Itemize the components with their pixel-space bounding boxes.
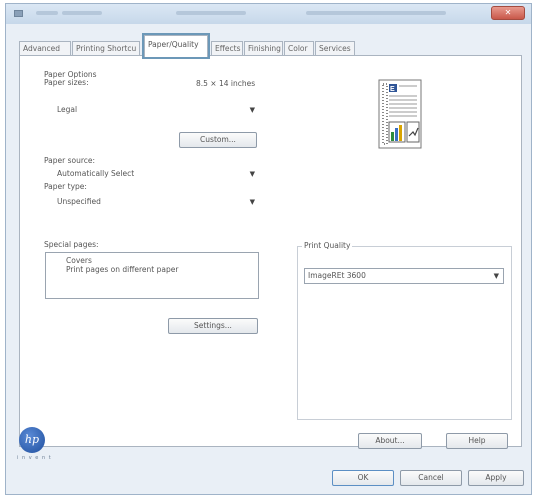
paper-size-select[interactable]: Legal ▼ <box>45 102 260 118</box>
paper-size-value: Legal <box>57 105 78 114</box>
about-button[interactable]: About... <box>358 433 422 449</box>
svg-text:E: E <box>390 86 395 93</box>
paper-source-select[interactable]: Automatically Select ▼ <box>45 166 260 182</box>
apply-button[interactable]: Apply <box>468 470 524 486</box>
tab-effects[interactable]: Effects <box>211 41 243 56</box>
printer-properties-window: ✕ Advanced Printing Shortcu Paper/Qualit… <box>5 3 532 495</box>
hp-logo-icon: hp <box>19 427 45 453</box>
print-quality-value: ImageREt 3600 <box>308 271 366 280</box>
close-button[interactable]: ✕ <box>491 6 525 20</box>
tab-paper-quality[interactable]: Paper/Quality <box>142 33 210 59</box>
paper-type-value: Unspecified <box>57 197 101 206</box>
help-button[interactable]: Help <box>446 433 508 449</box>
tab-advanced[interactable]: Advanced <box>19 41 71 56</box>
custom-button[interactable]: Custom... <box>179 132 257 148</box>
paper-type-label: Paper type: <box>44 182 87 191</box>
tab-finishing[interactable]: Finishing <box>244 41 283 56</box>
list-item[interactable]: Print pages on different paper <box>66 265 178 274</box>
paper-size-dimensions: 8.5 × 14 inches <box>196 79 256 88</box>
ok-button[interactable]: OK <box>332 470 394 486</box>
chevron-down-icon: ▼ <box>249 198 255 206</box>
special-pages-list[interactable]: Covers Print pages on different paper <box>45 252 259 299</box>
cancel-button[interactable]: Cancel <box>400 470 462 486</box>
list-item[interactable]: Covers <box>66 256 92 265</box>
paper-sizes-label: Paper sizes: <box>44 78 89 87</box>
paper-source-value: Automatically Select <box>57 169 135 178</box>
hp-invent-tagline: i n v e n t <box>17 455 52 461</box>
chevron-down-icon: ▼ <box>249 106 255 114</box>
title-text-blur <box>306 11 446 15</box>
special-pages-label: Special pages: <box>44 240 99 249</box>
tab-color[interactable]: Color <box>284 41 314 56</box>
settings-button[interactable]: Settings... <box>168 318 258 334</box>
chevron-down-icon: ▼ <box>493 272 499 280</box>
print-quality-group-label: Print Quality <box>302 241 353 250</box>
title-text-blur <box>176 11 246 15</box>
title-text-blur <box>62 11 102 15</box>
title-text-blur <box>36 11 58 15</box>
paper-quality-panel: Paper Options Paper sizes: 8.5 × 14 inch… <box>19 55 522 447</box>
paper-source-label: Paper source: <box>44 156 96 165</box>
title-bar[interactable]: ✕ <box>6 4 531 24</box>
chevron-down-icon: ▼ <box>249 170 255 178</box>
close-icon: ✕ <box>504 8 512 17</box>
paper-type-select[interactable]: Unspecified ▼ <box>45 194 260 210</box>
document-preview-icon: E <box>378 79 422 149</box>
print-quality-select[interactable]: ImageREt 3600 ▼ <box>304 268 504 284</box>
tab-services[interactable]: Services <box>315 41 355 56</box>
printer-icon <box>14 10 23 17</box>
tab-printing-shortcuts[interactable]: Printing Shortcu <box>72 41 140 56</box>
